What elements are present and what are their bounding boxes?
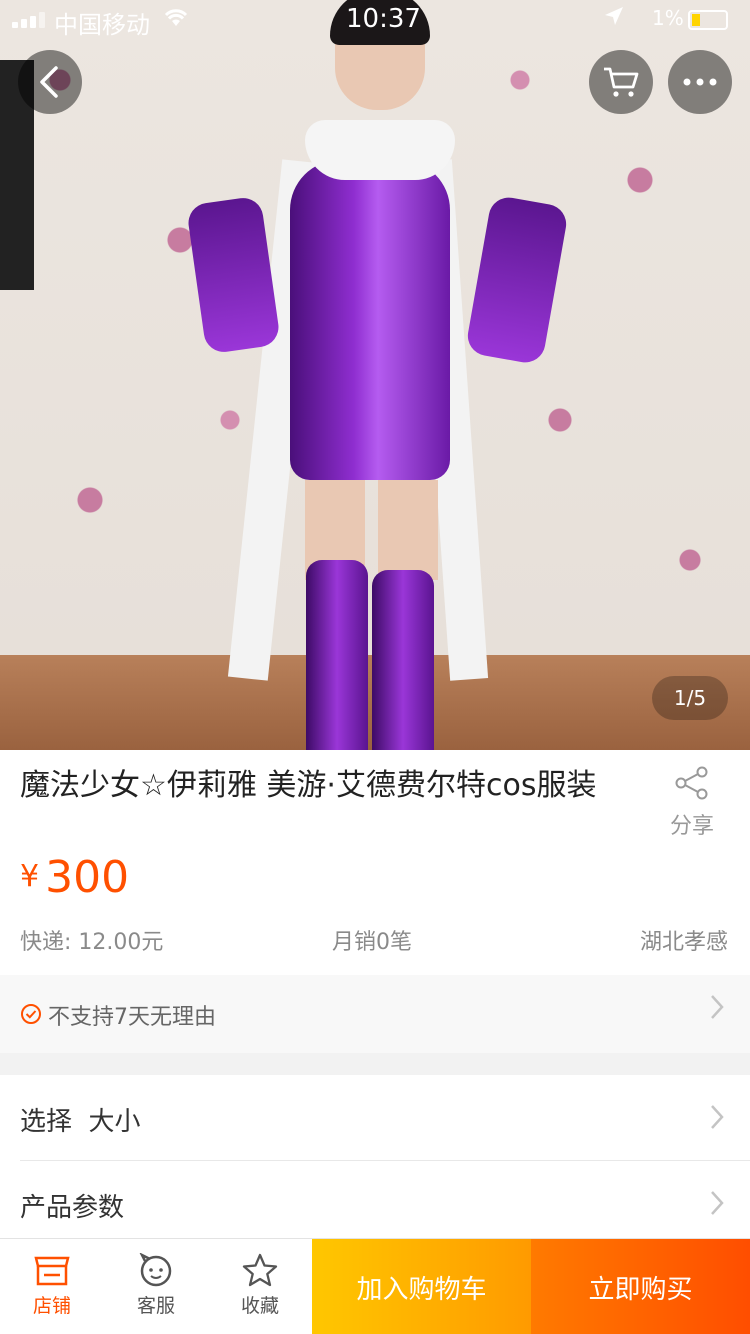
return-policy-text: 不支持7天无理由 [48,1005,216,1030]
back-button[interactable] [18,50,82,114]
battery-percent: 1% [652,6,684,30]
product-params-label: 产品参数 [20,1193,125,1223]
favorite-tab[interactable]: 收藏 [208,1239,312,1334]
chevron-right-icon [710,1103,724,1138]
price: ¥300 [20,852,129,903]
costume-collar [305,120,455,180]
select-size-row[interactable]: 选择 大小 [0,1075,750,1161]
share-button[interactable]: 分享 [660,766,724,840]
more-button[interactable] [668,50,732,114]
chevron-right-icon [710,993,724,1028]
shipping-fee: 快递: 12.00元 [20,930,164,955]
battery-icon [688,10,728,30]
product-image[interactable] [0,0,750,750]
wifi-icon [162,6,190,34]
shop-icon [34,1256,70,1286]
return-policy-row[interactable]: 不支持7天无理由 [0,975,750,1053]
select-size-label: 选择 大小 [20,1107,141,1137]
favorite-label: 收藏 [240,1295,279,1317]
chevron-left-icon [40,66,58,98]
customer-service-icon [139,1253,172,1287]
cart-icon [604,67,639,97]
image-pager: 1/5 [652,676,728,720]
monthly-sales: 月销0笔 [332,930,412,955]
customer-service-tab[interactable]: 客服 [104,1239,208,1334]
product-params-row[interactable]: 产品参数 [0,1161,750,1247]
shop-tab[interactable]: 店铺 [0,1239,104,1334]
ship-from-location: 湖北孝感 [639,930,728,955]
add-to-cart-button[interactable]: 加入购物车 [312,1239,531,1334]
location-arrow-icon [604,6,624,31]
costume-body [290,160,450,480]
share-label: 分享 [669,814,714,839]
star-icon [242,1253,278,1287]
bottom-action-bar: 店铺 客服 收藏 加入购物车 立即购买 [0,1238,750,1334]
product-title: 魔法少女☆伊莉雅 美游·艾德费尔特cos服装 [20,768,597,803]
price-value: 300 [45,852,130,903]
shop-label: 店铺 [32,1295,71,1317]
chevron-right-icon [710,1189,724,1224]
status-bar: 中国移动 10:37 1% [0,0,750,40]
product-info: 魔法少女☆伊莉雅 美游·艾德费尔特cos服装 分享 ¥300 快递: 12.00… [0,750,750,975]
signal-icon [12,12,46,28]
currency-symbol: ¥ [20,859,40,894]
more-dots-icon [683,78,717,86]
clock: 10:37 [346,4,421,34]
share-icon [675,766,708,800]
buy-now-button[interactable]: 立即购买 [531,1239,750,1334]
check-circle-icon [21,1004,41,1024]
cart-button[interactable] [589,50,653,114]
carrier-name: 中国移动 [54,11,150,39]
customer-service-label: 客服 [136,1295,175,1317]
